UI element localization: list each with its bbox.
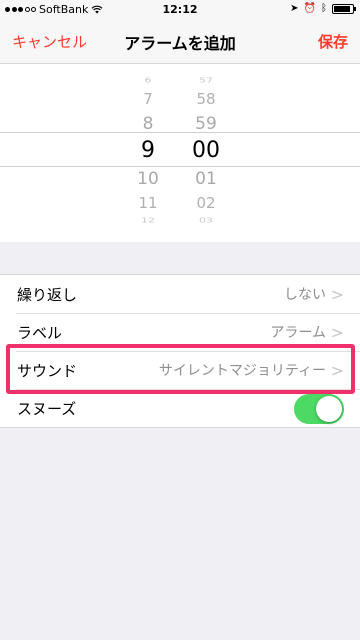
minute-selected[interactable]: 00	[186, 138, 226, 163]
minute-option[interactable]: 57	[186, 77, 226, 85]
toggle-knob	[316, 396, 342, 422]
repeat-row[interactable]: 繰り返し しない >	[0, 275, 360, 313]
snooze-label: スヌーズ	[17, 399, 77, 418]
chevron-right-icon: >	[330, 322, 344, 342]
repeat-label: 繰り返し	[17, 285, 78, 304]
hour-option[interactable]: 8	[128, 114, 168, 134]
minute-option[interactable]: 03	[186, 217, 226, 225]
save-button[interactable]: 保存	[318, 31, 348, 52]
minute-option[interactable]: 02	[186, 194, 226, 212]
snooze-toggle[interactable]	[294, 394, 344, 424]
bluetooth-icon: ᛒ	[321, 3, 327, 14]
hour-option[interactable]: 6	[128, 77, 168, 85]
hour-option[interactable]: 12	[128, 217, 168, 225]
hour-selected[interactable]: 9	[128, 138, 168, 163]
label-label: ラベル	[17, 323, 63, 342]
time-picker[interactable]: 6 7 8 9 10 11 12 57 58 59 00 01 02 03	[0, 64, 360, 242]
minute-option[interactable]: 58	[186, 90, 226, 108]
picker-selection-band	[0, 132, 360, 167]
repeat-value: しない	[284, 287, 326, 303]
minute-option[interactable]: 01	[186, 169, 226, 189]
chevron-right-icon: >	[330, 284, 344, 304]
label-value: アラーム	[270, 325, 326, 341]
location-icon: ➤	[290, 3, 299, 14]
hour-option[interactable]: 11	[128, 194, 168, 212]
status-icons: ➤ ⏰ ᛒ	[290, 3, 356, 14]
navigation-bar: キャンセル アラームを追加 保存	[0, 20, 360, 64]
minute-option[interactable]: 59	[186, 114, 226, 134]
alarm-clock-icon: ⏰	[303, 3, 316, 14]
sound-highlight-box	[6, 344, 355, 394]
battery-icon	[332, 3, 356, 14]
page-title: アラームを追加	[124, 34, 236, 53]
snooze-row: スヌーズ	[0, 389, 360, 427]
hour-option[interactable]: 7	[128, 90, 168, 108]
status-bar: SoftBank 12:12 ➤ ⏰ ᛒ	[0, 0, 360, 20]
hour-option[interactable]: 10	[128, 169, 168, 189]
